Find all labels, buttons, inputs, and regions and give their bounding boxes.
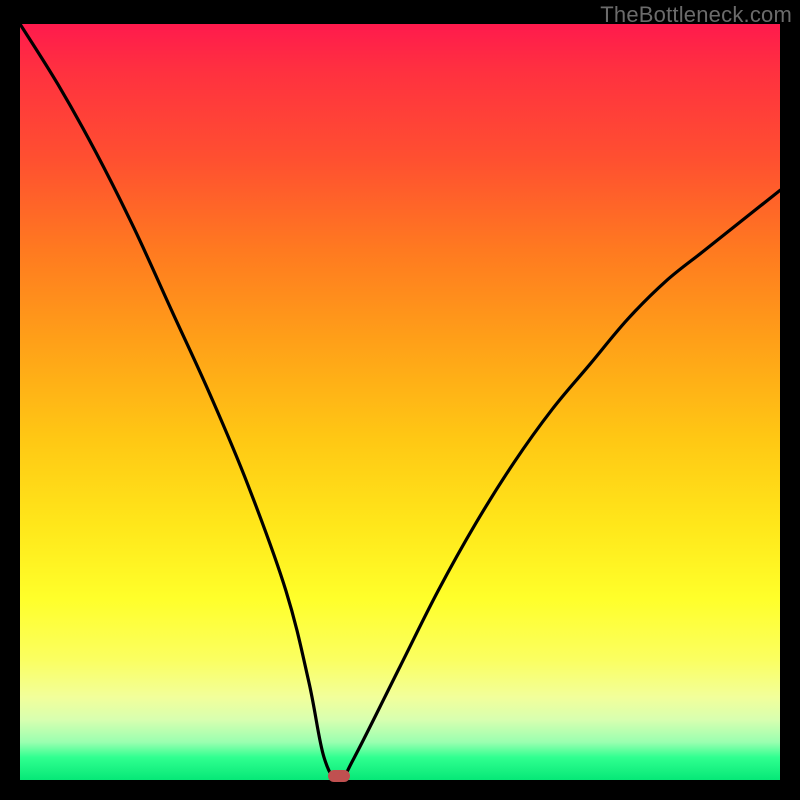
plot-area [20,24,780,780]
optimal-marker [328,770,350,782]
chart-frame: TheBottleneck.com [0,0,800,800]
bottleneck-curve [20,24,780,780]
